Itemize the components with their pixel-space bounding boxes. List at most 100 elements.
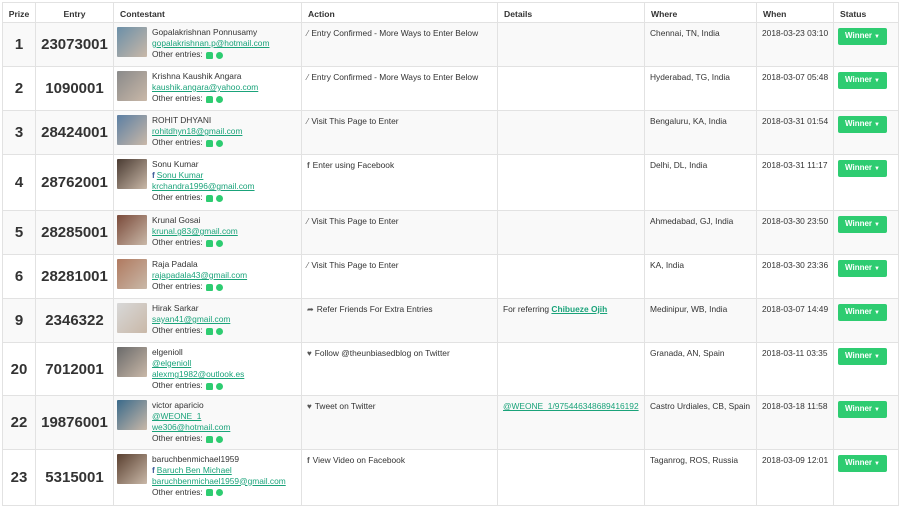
- contestant-cell: Raja Padala rajapadala43@gmail.com Other…: [113, 254, 302, 299]
- avatar[interactable]: [117, 259, 147, 289]
- person-icon[interactable]: [206, 327, 214, 335]
- winner-dropdown-button[interactable]: Winner ▼: [838, 72, 887, 89]
- avatar[interactable]: [117, 400, 147, 431]
- details-cell: [497, 22, 645, 67]
- winner-dropdown-button[interactable]: Winner ▼: [838, 454, 887, 472]
- location-text: Castro Urdiales, CB, Spain: [650, 401, 751, 412]
- winner-dropdown-button[interactable]: Winner ▼: [838, 304, 887, 321]
- email-link[interactable]: baruchbenmichael1959@gmail.com: [152, 476, 298, 487]
- email-link[interactable]: krchandra1996@gmail.com: [152, 181, 298, 192]
- caret-down-icon: ▼: [874, 460, 880, 467]
- email-link[interactable]: rohitdhyn18@gmail.com: [152, 126, 298, 137]
- person-icon[interactable]: [206, 194, 214, 202]
- timestamp-text: 2018-03-11 03:35: [762, 348, 828, 358]
- action-cell: ⁄ Visit This Page to Enter: [301, 110, 498, 155]
- entry-cell: 28424001: [35, 110, 114, 155]
- facebook-icon: f: [307, 455, 310, 465]
- winner-label: Winner: [845, 75, 873, 84]
- caret-down-icon: ▼: [874, 78, 880, 84]
- globe-icon[interactable]: [216, 327, 224, 335]
- winner-dropdown-button[interactable]: Winner ▼: [838, 348, 887, 365]
- header-contestant[interactable]: Contestant: [113, 2, 302, 23]
- action-text: Tweet on Twitter: [314, 401, 376, 412]
- contestant-links: @WEONE_1 we306@hotmail.com: [152, 411, 298, 433]
- email-link[interactable]: rajapadala43@gmail.com: [152, 270, 298, 281]
- avatar[interactable]: [117, 159, 147, 189]
- globe-icon[interactable]: [216, 139, 224, 147]
- action-text: Refer Friends For Extra Entries: [316, 304, 433, 314]
- winner-dropdown-button[interactable]: Winner ▼: [838, 260, 887, 277]
- header-when[interactable]: When: [756, 2, 834, 23]
- entry-number: 28281001: [41, 268, 108, 285]
- where-cell: Granada, AN, Spain: [644, 341, 757, 397]
- winner-dropdown-button[interactable]: Winner ▼: [838, 216, 887, 233]
- globe-icon[interactable]: [216, 239, 224, 247]
- where-cell: Ahmedabad, GJ, India: [644, 210, 757, 255]
- avatar[interactable]: [117, 453, 147, 484]
- winner-label: Winner: [845, 351, 873, 360]
- person-icon[interactable]: [206, 489, 214, 497]
- person-icon[interactable]: [206, 382, 214, 390]
- contestant-cell: Krunal Gosai krunal.g83@gmail.com Other …: [113, 210, 302, 255]
- action-cell: ⁄ Entry Confirmed - More Ways to Enter Be…: [301, 66, 498, 111]
- where-cell: Taganrog, ROS, Russia: [644, 448, 757, 506]
- details-link[interactable]: Chibueze Ojih: [551, 304, 607, 314]
- action-text: Entry Confirmed - More Ways to Enter Bel…: [311, 28, 479, 38]
- person-icon[interactable]: [206, 239, 214, 247]
- avatar[interactable]: [117, 115, 147, 145]
- globe-icon[interactable]: [216, 489, 224, 497]
- header-details[interactable]: Details: [497, 2, 645, 23]
- winner-dropdown-button[interactable]: Winner ▼: [838, 28, 887, 45]
- details-link[interactable]: @WEONE_1/975446348689416192: [503, 401, 639, 411]
- email-link[interactable]: gopalakrishnan.p@hotmail.com: [152, 38, 298, 49]
- contestant-name: victor aparicio: [152, 400, 204, 411]
- caret-down-icon: ▼: [874, 354, 880, 360]
- location-text: Medinipur, WB, India: [650, 304, 728, 314]
- globe-icon[interactable]: [216, 51, 224, 59]
- globe-icon[interactable]: [216, 435, 224, 443]
- header-status[interactable]: Status: [833, 2, 899, 23]
- header-where[interactable]: Where: [644, 2, 757, 23]
- where-cell: Bengaluru, KA, India: [644, 110, 757, 155]
- twitter-handle-link[interactable]: @WEONE_1: [152, 411, 298, 422]
- when-cell: 2018-03-30 23:36: [756, 254, 834, 299]
- person-icon[interactable]: [206, 51, 214, 59]
- twitter-handle-link[interactable]: @elgenioll: [152, 358, 298, 369]
- other-entries: Other entries:: [152, 237, 298, 248]
- person-icon[interactable]: [206, 283, 214, 291]
- other-entries-label: Other entries:: [152, 237, 203, 247]
- email-link[interactable]: alexmg1982@outlook.es: [152, 369, 298, 380]
- winner-dropdown-button[interactable]: Winner ▼: [838, 160, 887, 177]
- contestant-info: baruchbenmichael1959 f Baruch Ben Michael…: [152, 454, 298, 498]
- facebook-profile-link[interactable]: Baruch Ben Michael: [157, 465, 232, 475]
- contestant-links: kaushik.angara@yahoo.com: [152, 82, 298, 93]
- email-link[interactable]: kaushik.angara@yahoo.com: [152, 82, 298, 93]
- avatar[interactable]: [117, 215, 147, 245]
- email-link[interactable]: we306@hotmail.com: [152, 422, 298, 433]
- email-link[interactable]: sayan41@gmail.com: [152, 314, 298, 325]
- avatar[interactable]: [117, 71, 147, 101]
- other-entries-label: Other entries:: [152, 93, 203, 103]
- winner-dropdown-button[interactable]: Winner ▼: [838, 116, 887, 133]
- globe-icon[interactable]: [216, 283, 224, 291]
- globe-icon[interactable]: [216, 194, 224, 202]
- person-icon[interactable]: [206, 435, 214, 443]
- globe-icon[interactable]: [216, 382, 224, 390]
- header-action[interactable]: Action: [301, 2, 498, 23]
- entry-cell: 23073001: [35, 22, 114, 67]
- header-entry[interactable]: Entry: [35, 2, 114, 23]
- avatar[interactable]: [117, 303, 147, 333]
- avatar[interactable]: [117, 27, 147, 57]
- email-link[interactable]: krunal.g83@gmail.com: [152, 226, 298, 237]
- prize-cell: 6: [2, 254, 36, 299]
- entry-number: 5315001: [45, 468, 104, 486]
- facebook-profile-link[interactable]: Sonu Kumar: [157, 170, 204, 180]
- winner-dropdown-button[interactable]: Winner ▼: [838, 401, 887, 419]
- person-icon[interactable]: [206, 95, 214, 103]
- header-prize[interactable]: Prize: [2, 2, 36, 23]
- globe-icon[interactable]: [216, 95, 224, 103]
- contestant-cell: Gopalakrishnan Ponnusamy gopalakrishnan.…: [113, 22, 302, 67]
- table-row: 23 5315001 baruchbenmichael1959 f Baruch …: [2, 448, 899, 506]
- avatar[interactable]: [117, 347, 147, 377]
- person-icon[interactable]: [206, 139, 214, 147]
